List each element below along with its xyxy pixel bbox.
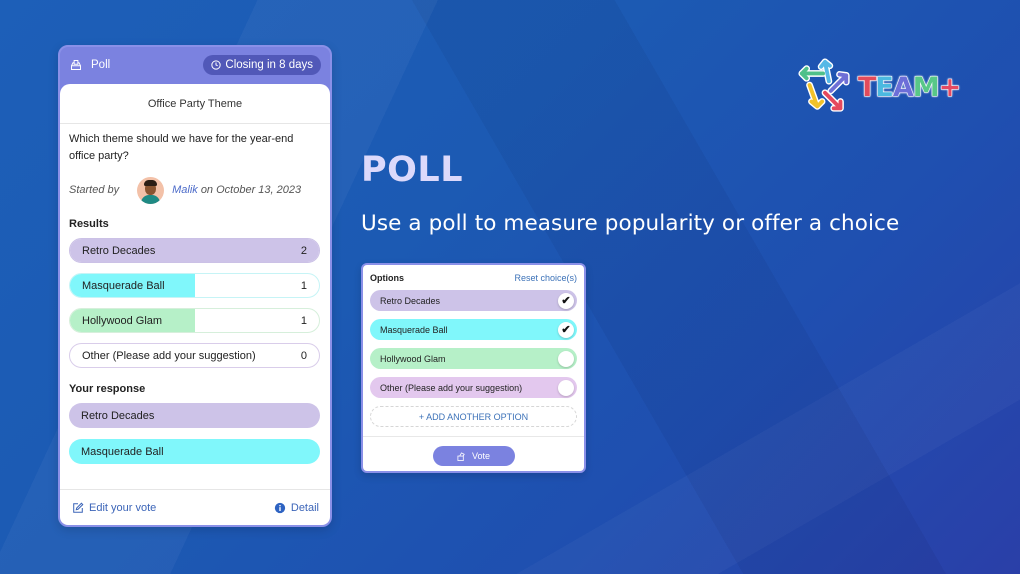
options-heading: Options: [370, 272, 404, 283]
result-count: 2: [300, 244, 307, 257]
result-label: Masquerade Ball: [82, 279, 165, 292]
avatar[interactable]: [137, 176, 165, 204]
option-item[interactable]: Retro Decades ✔: [370, 290, 577, 311]
poll-date: on October 13, 2023: [200, 184, 302, 196]
result-count: 1: [300, 279, 307, 292]
started-by-line: Started by Malik on October 13, 2023: [60, 165, 330, 205]
team-plus-logo: TEAM+: [796, 58, 962, 116]
edit-vote-button[interactable]: Edit your vote: [72, 502, 156, 514]
edit-icon: [73, 502, 84, 513]
result-label: Hollywood Glam: [82, 314, 163, 327]
option-item[interactable]: Masquerade Ball ✔: [370, 319, 577, 340]
options-card: Options Reset choice(s) Retro Decades ✔ …: [361, 263, 586, 473]
poll-question: Which theme should we have for the year-…: [69, 133, 294, 162]
result-row: Masquerade Ball 1: [69, 273, 320, 298]
poll-title: Office Party Theme: [60, 84, 330, 124]
result-row: Retro Decades 2: [69, 238, 320, 263]
result-count: 1: [300, 314, 307, 327]
closing-label: Closing in 8 days: [225, 59, 313, 71]
result-row: Hollywood Glam 1: [69, 308, 320, 333]
option-check-toggle[interactable]: ✔: [558, 292, 574, 309]
author-link[interactable]: Malik: [172, 184, 198, 196]
option-label: Retro Decades: [380, 295, 441, 306]
option-label: Hollywood Glam: [380, 353, 446, 364]
page-subheadline: Use a poll to measure popularity or offe…: [361, 211, 900, 236]
divider: [363, 436, 584, 437]
response-item: Retro Decades: [69, 403, 320, 428]
option-label: Other (Please add your suggestion): [380, 382, 523, 393]
option-check-toggle[interactable]: [558, 379, 574, 396]
option-item[interactable]: Other (Please add your suggestion): [370, 377, 577, 398]
detail-button[interactable]: Detail: [274, 502, 319, 514]
hand-vote-icon: [457, 451, 465, 461]
poll-card-body: Office Party Theme Which theme should we…: [60, 84, 330, 525]
info-icon: [274, 502, 286, 513]
logo-wordmark: TEAM+: [857, 71, 961, 103]
edit-vote-label: Edit your vote: [89, 501, 157, 514]
poll-card-footer: Edit your vote Detail: [60, 489, 330, 525]
detail-label: Detail: [290, 501, 319, 514]
vote-label: Vote: [471, 451, 491, 461]
response-item: Masquerade Ball: [69, 439, 320, 464]
page-headline: POLL: [361, 150, 464, 190]
vote-button[interactable]: Vote: [432, 446, 515, 466]
poll-card: Poll Closing in 8 days Office Party Them…: [58, 45, 332, 527]
result-label: Retro Decades: [82, 244, 156, 257]
option-item[interactable]: Hollywood Glam: [370, 348, 577, 369]
your-response-heading: Your response: [69, 383, 146, 395]
option-check-toggle[interactable]: [558, 350, 574, 367]
reset-choices-link[interactable]: Reset choice(s): [514, 273, 577, 283]
results-heading: Results: [69, 218, 109, 230]
result-count: 0: [300, 349, 307, 362]
arrows-logo-icon: [798, 58, 850, 112]
closing-badge: Closing in 8 days: [203, 55, 321, 75]
result-row: Other (Please add your suggestion) 0: [69, 343, 320, 368]
option-label: Masquerade Ball: [380, 324, 448, 335]
poll-type-label: Poll: [91, 59, 111, 71]
clock-icon: [211, 60, 222, 70]
option-check-toggle[interactable]: ✔: [558, 321, 574, 338]
started-by-label: Started by: [69, 184, 120, 196]
poll-card-header: Poll Closing in 8 days: [60, 47, 330, 83]
ballot-box-icon: [71, 60, 81, 70]
add-another-option-button[interactable]: + ADD ANOTHER OPTION: [370, 406, 577, 427]
result-label: Other (Please add your suggestion): [82, 349, 256, 362]
